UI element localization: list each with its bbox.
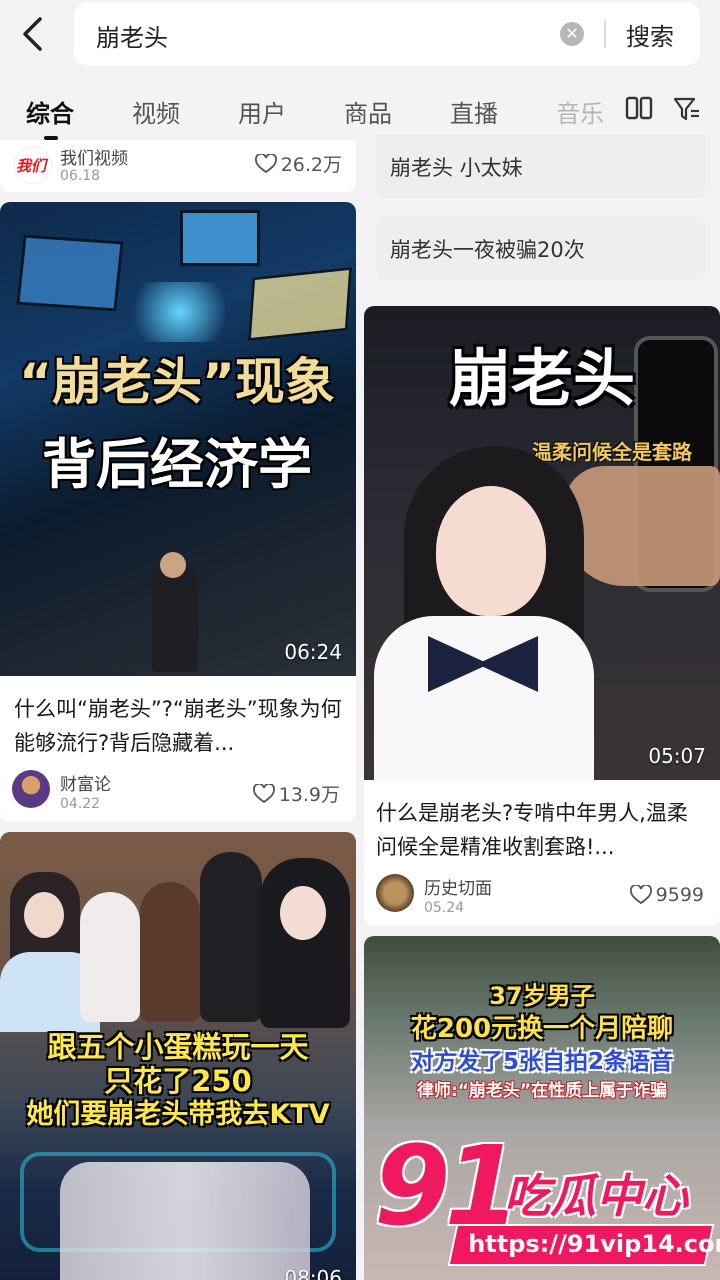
avatar: 我们 bbox=[14, 146, 52, 184]
post-date: 04.22 bbox=[60, 796, 101, 812]
face bbox=[280, 886, 326, 940]
heart-icon bbox=[252, 783, 275, 803]
video-title[interactable]: 什么是崩老头?专啃中年男人,温柔问候全是精准收割套路!... bbox=[376, 796, 708, 864]
header: 崩老头 ✕ 搜索 bbox=[0, 0, 720, 70]
post-date: 05.24 bbox=[424, 900, 465, 916]
thumbnail-headline: 崩老头 bbox=[448, 342, 635, 415]
video-card[interactable]: 跟五个小蛋糕玩一天 只花了250 她们要崩老头带我去KTV 08:06 bbox=[0, 832, 356, 1280]
video-thumbnail[interactable]: 崩老头 温柔问候全是套路 05:07 bbox=[364, 306, 720, 780]
thumbnail-headline: “崩老头”现象 bbox=[19, 353, 335, 411]
author-name: 我们视频 bbox=[60, 149, 128, 169]
person bbox=[200, 852, 262, 1022]
glow bbox=[120, 282, 240, 342]
channel-logo: 我们 bbox=[16, 157, 47, 175]
hand bbox=[564, 466, 720, 586]
tab-bar: 综合 视频 用户 商品 直播 音乐 bbox=[0, 78, 720, 140]
person bbox=[80, 892, 140, 1022]
author-name[interactable]: 历史切面 bbox=[424, 874, 492, 899]
person bbox=[140, 882, 200, 1022]
thumbnail-subheadline: 温柔问候全是套路 bbox=[532, 440, 692, 464]
thumbnail-caption-3: 她们要崩老头带我去KTV bbox=[26, 1099, 330, 1130]
uniform bbox=[374, 616, 594, 780]
clear-icon[interactable]: ✕ bbox=[560, 22, 584, 46]
search-divider bbox=[604, 20, 606, 48]
suggestion-text: 崩老头一夜被骗20次 bbox=[390, 238, 585, 262]
people-group bbox=[60, 1162, 310, 1280]
video-title[interactable]: 什么叫“崩老头”?“崩老头”现象为何能够流行?背后隐藏着... bbox=[14, 692, 344, 760]
like-count-value: 26.2万 bbox=[280, 154, 342, 176]
laptop-screen bbox=[180, 210, 260, 266]
tab-video[interactable]: 视频 bbox=[132, 94, 180, 129]
tab-live[interactable]: 直播 bbox=[450, 94, 498, 129]
video-card[interactable]: 崩老头 温柔问候全是套路 05:07 什么是崩老头?专啃中年男人,温柔问候全是精… bbox=[364, 306, 720, 926]
tab-users[interactable]: 用户 bbox=[238, 94, 286, 129]
avatar[interactable] bbox=[12, 770, 50, 808]
chevron-left-icon bbox=[23, 17, 42, 51]
video-thumbnail[interactable]: “崩老头”现象 背后经济学 06:24 bbox=[0, 202, 356, 676]
man-figure bbox=[152, 562, 198, 672]
watermark-url: https://91vip14.com bbox=[468, 1230, 720, 1258]
post-date: 06.18 bbox=[60, 168, 101, 184]
search-query: 崩老头 bbox=[96, 24, 168, 52]
heart-icon bbox=[629, 885, 652, 905]
thumbnail-caption-2: 花200元换一个月陪聊 bbox=[410, 1014, 674, 1044]
suggestion-item[interactable]: 崩老头一夜被骗20次 bbox=[376, 216, 706, 280]
tab-music[interactable]: 音乐 bbox=[556, 94, 604, 129]
video-duration: 05:07 bbox=[648, 744, 706, 768]
search-input[interactable]: 崩老头 ✕ 搜索 bbox=[74, 2, 700, 66]
thumbnail-caption-4: 律师:“崩老头”在性质上属于诈骗 bbox=[416, 1081, 668, 1101]
watermark: 91 吃瓜中心 https://91vip14.com bbox=[372, 1126, 720, 1276]
man-head bbox=[160, 552, 186, 578]
tab-comprehensive[interactable]: 综合 bbox=[26, 94, 74, 129]
video-card[interactable]: “崩老头”现象 背后经济学 06:24 什么叫“崩老头”?“崩老头”现象为何能够… bbox=[0, 202, 356, 822]
author-name[interactable]: 财富论 bbox=[60, 770, 111, 795]
watermark-name: 吃瓜中心 bbox=[504, 1169, 688, 1223]
thumbnail-caption-1: 跟五个小蛋糕玩一天 bbox=[47, 1030, 309, 1064]
video-thumbnail[interactable]: 跟五个小蛋糕玩一天 只花了250 她们要崩老头带我去KTV 08:06 bbox=[0, 832, 356, 1280]
like-count[interactable]: 9599 bbox=[629, 884, 704, 906]
layout-icon[interactable] bbox=[624, 94, 654, 124]
top-card-footer[interactable]: 我们 我们视频 06.18 26.2万 bbox=[0, 140, 356, 192]
face bbox=[24, 892, 64, 938]
video-duration: 06:24 bbox=[284, 640, 342, 664]
laptop-screen bbox=[247, 266, 353, 342]
suggestion-item[interactable]: 崩老头 小太妹 bbox=[376, 134, 706, 198]
back-button[interactable] bbox=[14, 14, 50, 54]
thumbnail-caption-1: 37岁男子 bbox=[489, 982, 595, 1010]
like-count[interactable]: 26.2万 bbox=[254, 150, 342, 177]
thumbnail-caption-2: 只花了250 bbox=[104, 1064, 252, 1098]
filter-icon[interactable] bbox=[672, 94, 702, 124]
like-count[interactable]: 13.9万 bbox=[252, 780, 340, 807]
thumbnail-caption-3: 对方发了5张自拍2条语音 bbox=[410, 1049, 673, 1075]
thumbnail-subheadline: 背后经济学 bbox=[42, 433, 312, 496]
search-button[interactable]: 搜索 bbox=[626, 17, 674, 52]
video-duration: 08:06 bbox=[284, 1266, 342, 1280]
avatar[interactable] bbox=[376, 874, 414, 912]
person bbox=[260, 858, 350, 1028]
like-count-value: 9599 bbox=[655, 884, 704, 906]
watermark-url-box: https://91vip14.com bbox=[447, 1224, 720, 1266]
like-count-value: 13.9万 bbox=[278, 784, 340, 806]
heart-icon bbox=[254, 153, 277, 173]
suggestion-text: 崩老头 小太妹 bbox=[390, 156, 523, 180]
face bbox=[436, 486, 546, 616]
laptop-screen bbox=[16, 234, 124, 312]
tab-products[interactable]: 商品 bbox=[344, 94, 392, 129]
